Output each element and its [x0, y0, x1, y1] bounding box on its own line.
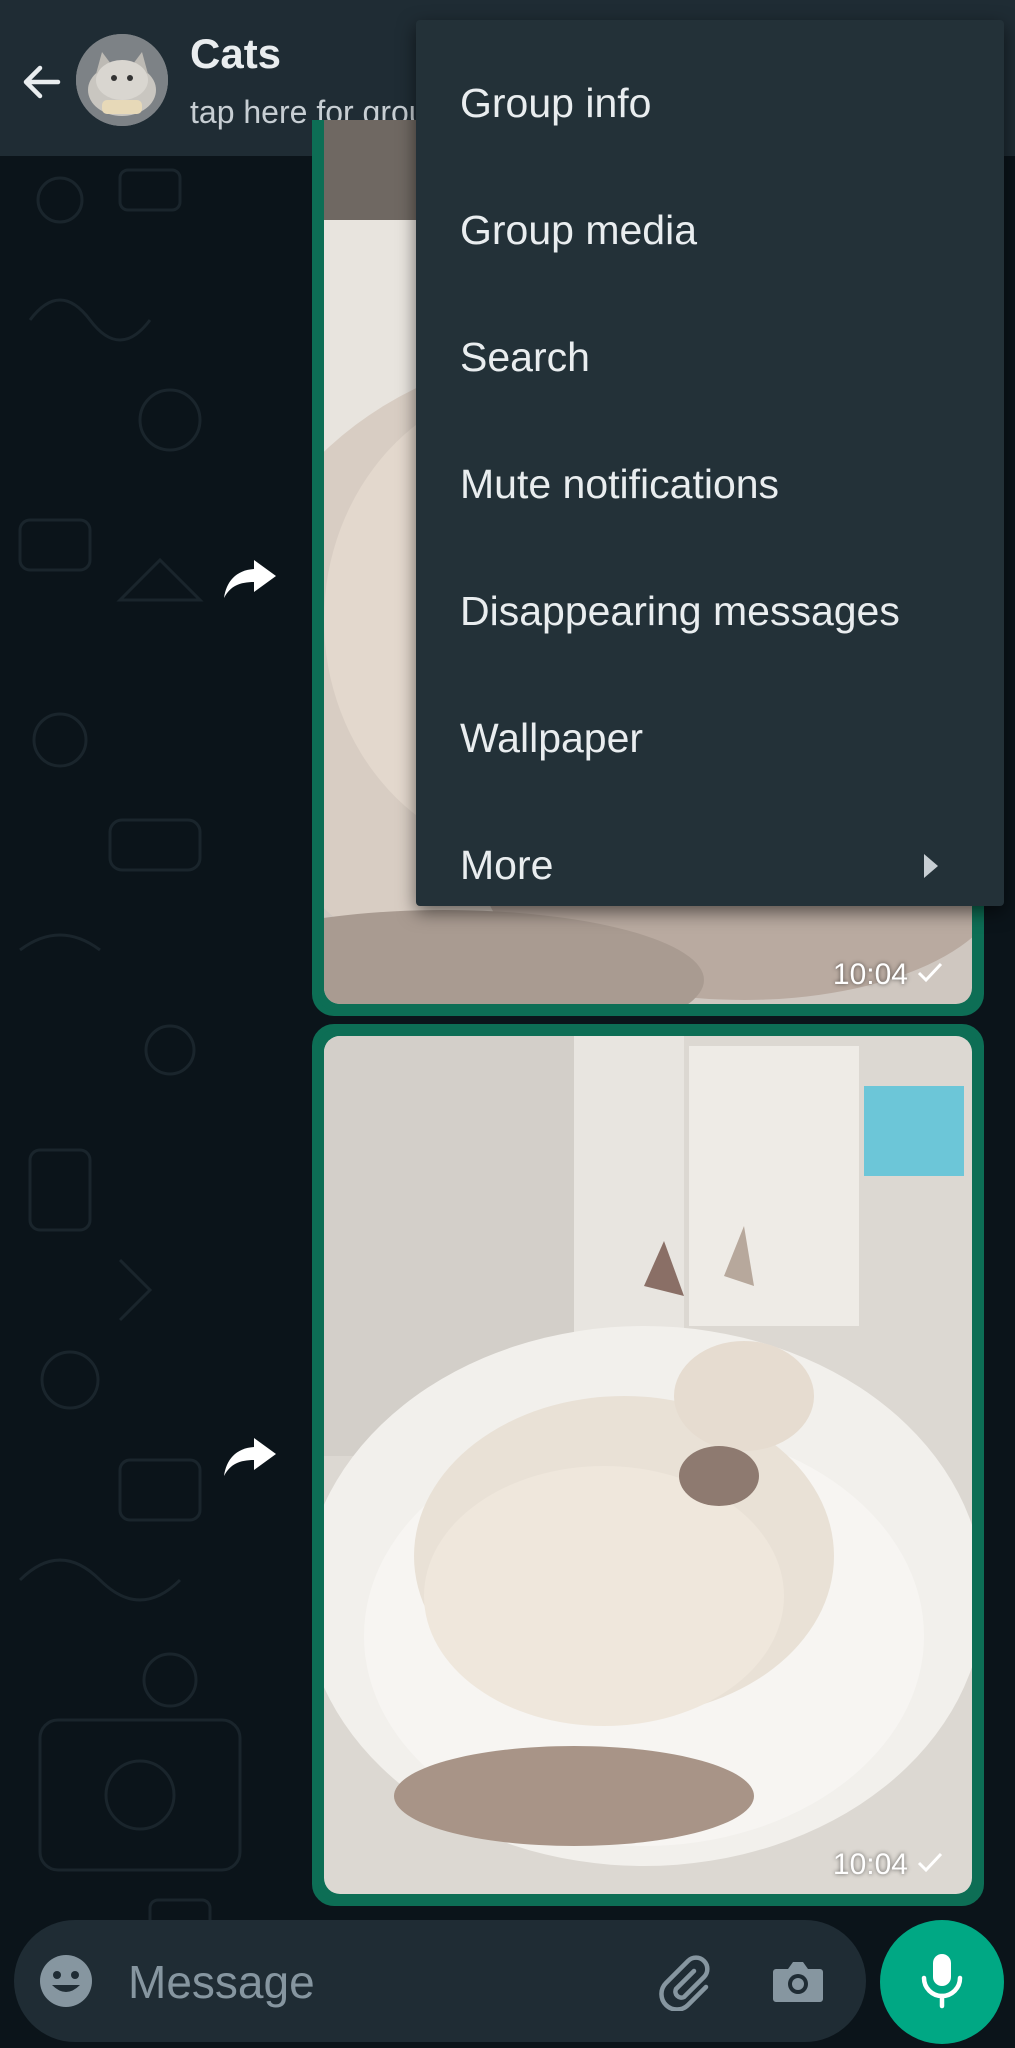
image-message[interactable]: 10:04: [312, 1024, 984, 1906]
message-input[interactable]: [126, 1940, 610, 2024]
chevron-right-icon: [924, 853, 938, 878]
voice-message-button[interactable]: [880, 1920, 1004, 2044]
back-arrow-icon: [18, 58, 66, 111]
menu-item-group-media[interactable]: Group media: [416, 167, 1004, 294]
mic-icon: [916, 1950, 968, 2015]
menu-item-search[interactable]: Search: [416, 294, 1004, 421]
forward-icon: [222, 556, 278, 605]
menu-item-group-info[interactable]: Group info: [416, 40, 1004, 167]
menu-item-disappearing-messages[interactable]: Disappearing messages: [416, 548, 1004, 675]
menu-item-mute-notifications[interactable]: Mute notifications: [416, 421, 1004, 548]
forward-icon: [222, 1434, 278, 1483]
check-icon: [916, 958, 944, 992]
emoji-icon: [36, 1955, 96, 2015]
emoji-button[interactable]: [36, 1951, 96, 2011]
camera-button[interactable]: [768, 1951, 828, 2011]
menu-item-more[interactable]: More: [416, 802, 1004, 929]
forward-button[interactable]: [218, 1426, 282, 1490]
menu-item-wallpaper[interactable]: Wallpaper: [416, 675, 1004, 802]
cat-photo[interactable]: [324, 1036, 972, 1894]
message-composer: [14, 1920, 866, 2042]
avatar[interactable]: [76, 34, 168, 126]
check-icon: [916, 1848, 944, 1882]
attach-icon: [654, 1955, 714, 2015]
camera-icon: [768, 1962, 828, 2015]
back-button[interactable]: [14, 56, 70, 112]
overflow-menu: Group info Group media Search Mute notif…: [416, 20, 1004, 906]
message-time: 10:04: [833, 1848, 944, 1882]
chat-title[interactable]: Cats: [190, 30, 281, 78]
attach-button[interactable]: [654, 1951, 714, 2012]
message-time: 10:04: [833, 958, 944, 992]
forward-button[interactable]: [218, 548, 282, 612]
